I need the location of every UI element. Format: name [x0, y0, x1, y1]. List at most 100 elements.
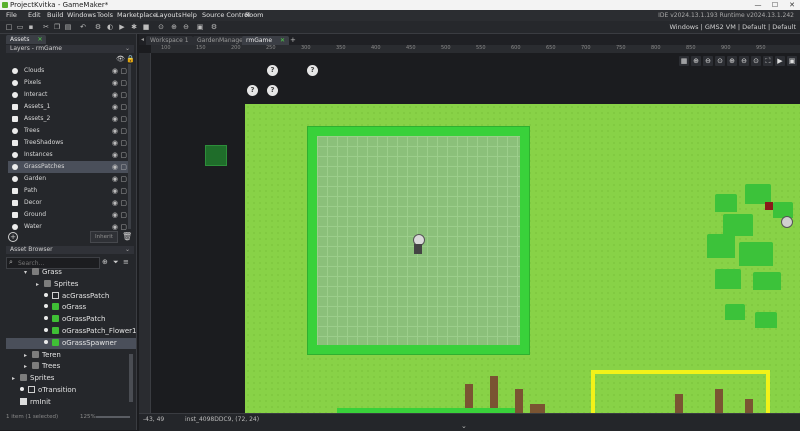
room-area[interactable]	[245, 104, 800, 413]
unknown-instance-icon[interactable]: ?	[247, 85, 258, 96]
visibility-icon[interactable]: ◉	[112, 65, 118, 77]
grid-toggle-icon[interactable]: ▦	[679, 56, 689, 66]
zoom-reset-icon[interactable]: ⊙	[715, 56, 725, 66]
stop-icon[interactable]: ■	[142, 23, 150, 31]
visibility-icon[interactable]: ◉	[112, 137, 118, 149]
lock-icon[interactable]: ▢	[120, 197, 127, 209]
clean-icon[interactable]: ◐	[106, 23, 114, 31]
zoom-out-icon[interactable]: ⊖	[703, 56, 713, 66]
lock-header-icon[interactable]: 🔒	[126, 55, 135, 63]
asset-tree-item[interactable]: oTransition	[12, 385, 76, 396]
green-instance[interactable]	[205, 145, 227, 166]
menu-marketplace[interactable]: Marketplace	[117, 10, 157, 21]
visibility-icon[interactable]: ◉	[112, 173, 118, 185]
visibility-icon[interactable]: ◉	[112, 161, 118, 173]
asset-tree-item[interactable]: acGrassPatch	[36, 291, 109, 302]
expand-arrow-icon[interactable]: ▸	[36, 279, 44, 290]
lock-icon[interactable]: ▢	[120, 77, 127, 89]
zoom-slider[interactable]	[96, 416, 130, 418]
unknown-instance-icon[interactable]: ?	[267, 65, 278, 76]
window-icon[interactable]: ▣	[196, 23, 204, 31]
lock-icon[interactable]: ▢	[120, 125, 127, 137]
unknown-instance-icon[interactable]: ?	[267, 85, 278, 96]
asset-tree-item[interactable]: ▸ Sprites	[36, 279, 78, 290]
layer-row[interactable]: Decor ◉ ▢	[8, 197, 130, 209]
menu-edit[interactable]: Edit	[28, 10, 41, 21]
menu-windows[interactable]: Windows	[67, 10, 96, 21]
asset-tree-item[interactable]: oGrassPatch	[36, 314, 105, 325]
open-project-icon[interactable]: ▭	[16, 23, 24, 31]
menu-source-control[interactable]: Source Control	[202, 10, 250, 21]
asset-tree-item[interactable]: ▾ Grass	[24, 267, 62, 278]
trash-icon[interactable]: 🗑	[122, 232, 132, 241]
lock-icon[interactable]: ▢	[120, 149, 127, 161]
unknown-instance-icon[interactable]: ?	[307, 65, 318, 76]
asset-tree-item[interactable]: oGrass	[36, 302, 86, 313]
asset-scrollbar[interactable]	[129, 354, 133, 402]
chevron-down-icon[interactable]: ⌄	[125, 246, 130, 254]
chevron-down-icon[interactable]: ⌄	[461, 422, 467, 430]
visibility-icon[interactable]: ◉	[112, 149, 118, 161]
menu-help[interactable]: Help	[182, 10, 197, 21]
tab-gardenmanager[interactable]: GardenManager	[193, 36, 250, 45]
new-tab-icon[interactable]: +	[290, 36, 296, 44]
visibility-icon[interactable]: ◉	[112, 113, 118, 125]
asset-tree-item[interactable]: ▸ Trees	[24, 361, 60, 372]
layer-row[interactable]: Clouds ◉ ▢	[8, 65, 130, 77]
window-icon[interactable]: ▣	[787, 56, 797, 66]
new-project-icon[interactable]: □	[5, 23, 13, 31]
tab-rmgame[interactable]: rmGame ✕	[242, 36, 290, 45]
preferences-icon[interactable]: ⚙	[210, 23, 218, 31]
visibility-icon[interactable]: ◉	[112, 125, 118, 137]
visibility-icon[interactable]: ◉	[112, 101, 118, 113]
layer-row[interactable]: TreeShadows ◉ ▢	[8, 137, 130, 149]
menu-file[interactable]: File	[6, 10, 17, 21]
menu-icon[interactable]: ≡	[123, 258, 129, 266]
target-selector[interactable]: Windows | GMS2 VM | Default | Default	[669, 21, 796, 33]
room-canvas[interactable]: ▦ ⊕ ⊖ ⊙ ⊕ ⊖ ⊙ ⛶ ▶ ▣ ? ? ? ?	[151, 53, 800, 413]
close-button[interactable]: ✕	[784, 0, 800, 10]
lock-icon[interactable]: ▢	[120, 65, 127, 77]
lock-icon[interactable]: ▢	[120, 101, 127, 113]
asset-tree-item[interactable]: rmInit	[12, 397, 51, 408]
fullscreen-icon[interactable]: ⛶	[763, 56, 773, 66]
zoom-reset-icon[interactable]: ⊙	[751, 56, 761, 66]
save-icon[interactable]: ▪	[27, 23, 35, 31]
menu-layouts[interactable]: Layouts	[156, 10, 181, 21]
asset-tree-item[interactable]: oGrassPatch_Flower1	[36, 326, 137, 337]
chevron-down-icon[interactable]: ⌄	[125, 45, 130, 53]
layer-row[interactable]: Assets_2 ◉ ▢	[8, 113, 130, 125]
menu-room[interactable]: Room	[245, 10, 264, 21]
layer-row[interactable]: Pixels ◉ ▢	[8, 77, 130, 89]
layer-row[interactable]: Ground ◉ ▢	[8, 209, 130, 221]
assets-tab[interactable]: Assets ✕	[6, 35, 47, 44]
add-asset-icon[interactable]: ⊕	[102, 258, 108, 266]
zoom-in-icon[interactable]: ⊕	[691, 56, 701, 66]
red-marker[interactable]	[765, 202, 773, 210]
play-icon[interactable]: ▶	[775, 56, 785, 66]
paste-icon[interactable]: ▤	[64, 23, 72, 31]
expand-arrow-icon[interactable]: ▸	[24, 361, 32, 372]
tab-scroll-left-icon[interactable]: ◂	[141, 36, 144, 43]
asset-tree-item[interactable]: ▸ Sprites	[12, 373, 54, 384]
layers-scrollbar[interactable]	[128, 64, 131, 229]
inherit-button[interactable]: Inherit	[90, 231, 118, 243]
lock-icon[interactable]: ▢	[120, 185, 127, 197]
zoom-out-icon[interactable]: ⊖	[739, 56, 749, 66]
close-tab-icon[interactable]: ✕	[280, 37, 285, 44]
run-icon[interactable]: ▶	[118, 23, 126, 31]
selection-rectangle[interactable]	[591, 370, 770, 413]
lock-icon[interactable]: ▢	[120, 113, 127, 125]
visibility-icon[interactable]: ◉	[112, 77, 118, 89]
zoom-reset-icon[interactable]: ⊙	[157, 23, 165, 31]
layer-row[interactable]: Garden ◉ ▢	[8, 173, 130, 185]
lock-icon[interactable]: ▢	[120, 173, 127, 185]
cut-icon[interactable]: ✂	[42, 23, 50, 31]
lock-icon[interactable]: ▢	[120, 137, 127, 149]
eye-header-icon[interactable]: 👁	[116, 55, 125, 63]
menu-build[interactable]: Build	[47, 10, 63, 21]
visibility-icon[interactable]: ◉	[112, 209, 118, 221]
undo-icon[interactable]: ↶	[79, 23, 87, 31]
maximize-button[interactable]: ☐	[767, 0, 783, 10]
zoom-out-icon[interactable]: ⊖	[182, 23, 190, 31]
